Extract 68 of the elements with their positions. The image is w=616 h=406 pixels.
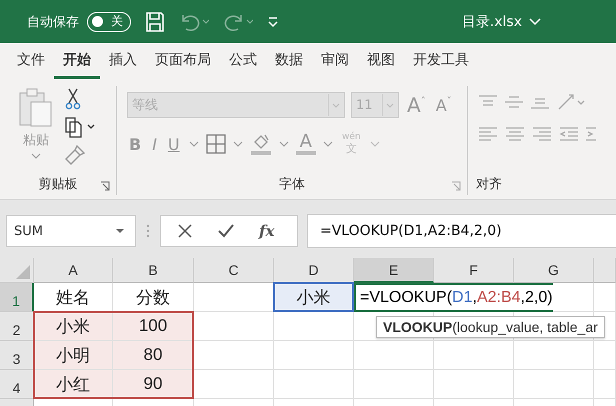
column-header[interactable]: C [194,258,274,283]
group-label: 对齐 [476,176,502,193]
drag-handle-icon[interactable] [145,223,151,239]
format-painter-icon[interactable] [64,144,86,166]
row-header[interactable]: 2 [0,312,34,341]
ribbon-tab[interactable]: 文件 [8,44,54,78]
name-box[interactable]: SUM [6,215,136,247]
table-cell [594,341,616,370]
table-cell: 分数 [113,283,194,312]
group-label: 字体 [279,176,305,193]
ribbon-tab[interactable]: 公式 [220,44,266,78]
ribbon-tab[interactable]: 数据 [266,44,312,78]
row-header[interactable]: 1 [0,283,34,312]
caret-icon[interactable] [232,140,243,148]
check-icon[interactable] [217,223,235,239]
autosave-label: 自动保存 [27,14,79,30]
caret-icon[interactable] [31,152,41,160]
table-cell: 80 [113,341,194,370]
customize-caret-icon[interactable] [267,16,279,28]
function-tooltip: VLOOKUP(lookup_value, table_ar [376,316,605,338]
fill-color-icon[interactable] [250,132,272,156]
column-header[interactable]: B [113,258,194,283]
save-icon[interactable] [145,10,165,32]
select-all-icon[interactable] [16,265,30,279]
table-cell: 小明 [34,341,113,370]
decrease-indent-icon[interactable] [559,126,579,142]
column-header[interactable]: E [354,258,434,283]
ribbon-tab[interactable]: 插入 [100,44,146,78]
editing-cell[interactable]: =VLOOKUP(D1,A2:B4,2,0) [354,283,553,312]
table-cell: 小米 [274,283,354,312]
column-header[interactable] [594,258,616,283]
ribbon-tab[interactable]: 页面布局 [146,44,220,78]
table-cell [594,283,616,312]
dialog-launcher-icon[interactable] [100,181,110,191]
filename-button[interactable]: 目录.xlsx [456,12,548,32]
align-middle-icon[interactable] [504,94,524,110]
ribbon-tab[interactable]: 视图 [358,44,404,78]
formula-field[interactable]: =VLOOKUP(D1,A2:B4,2,0) [307,214,616,248]
ribbon-tab[interactable]: 开发工具 [404,44,478,78]
table-cell: 姓名 [34,283,113,312]
group-label: 剪贴板 [38,176,78,193]
clipboard-icon[interactable] [18,88,54,128]
caret-icon[interactable] [188,140,199,148]
autosave-toggle[interactable]: 关 [87,12,131,32]
copy-icon[interactable] [64,116,96,138]
caret-icon[interactable] [115,228,125,234]
caret-icon[interactable] [322,140,333,148]
caret-icon[interactable] [278,140,289,148]
row-header[interactable]: 3 [0,341,34,370]
align-left-icon[interactable] [478,126,498,142]
borders-icon[interactable] [206,134,226,154]
table-cell: 小红 [34,370,113,399]
orientation-icon[interactable] [556,92,586,112]
increase-indent-icon[interactable] [586,126,596,142]
table-cell: 100 [113,312,194,341]
align-center-icon[interactable] [505,126,525,142]
table-cell: 小米 [34,312,113,341]
cancel-icon[interactable] [177,223,193,239]
caret-icon [528,16,542,26]
table-cell [594,370,616,399]
row-header[interactable] [0,399,34,406]
scissors-icon[interactable] [64,88,82,110]
insert-function-button[interactable]: fx [259,222,274,240]
ribbon-tab[interactable]: 审阅 [312,44,358,78]
align-right-icon[interactable] [532,126,552,142]
column-header[interactable]: A [34,258,113,283]
row-header[interactable]: 4 [0,370,34,399]
table-cell: 90 [113,370,194,399]
